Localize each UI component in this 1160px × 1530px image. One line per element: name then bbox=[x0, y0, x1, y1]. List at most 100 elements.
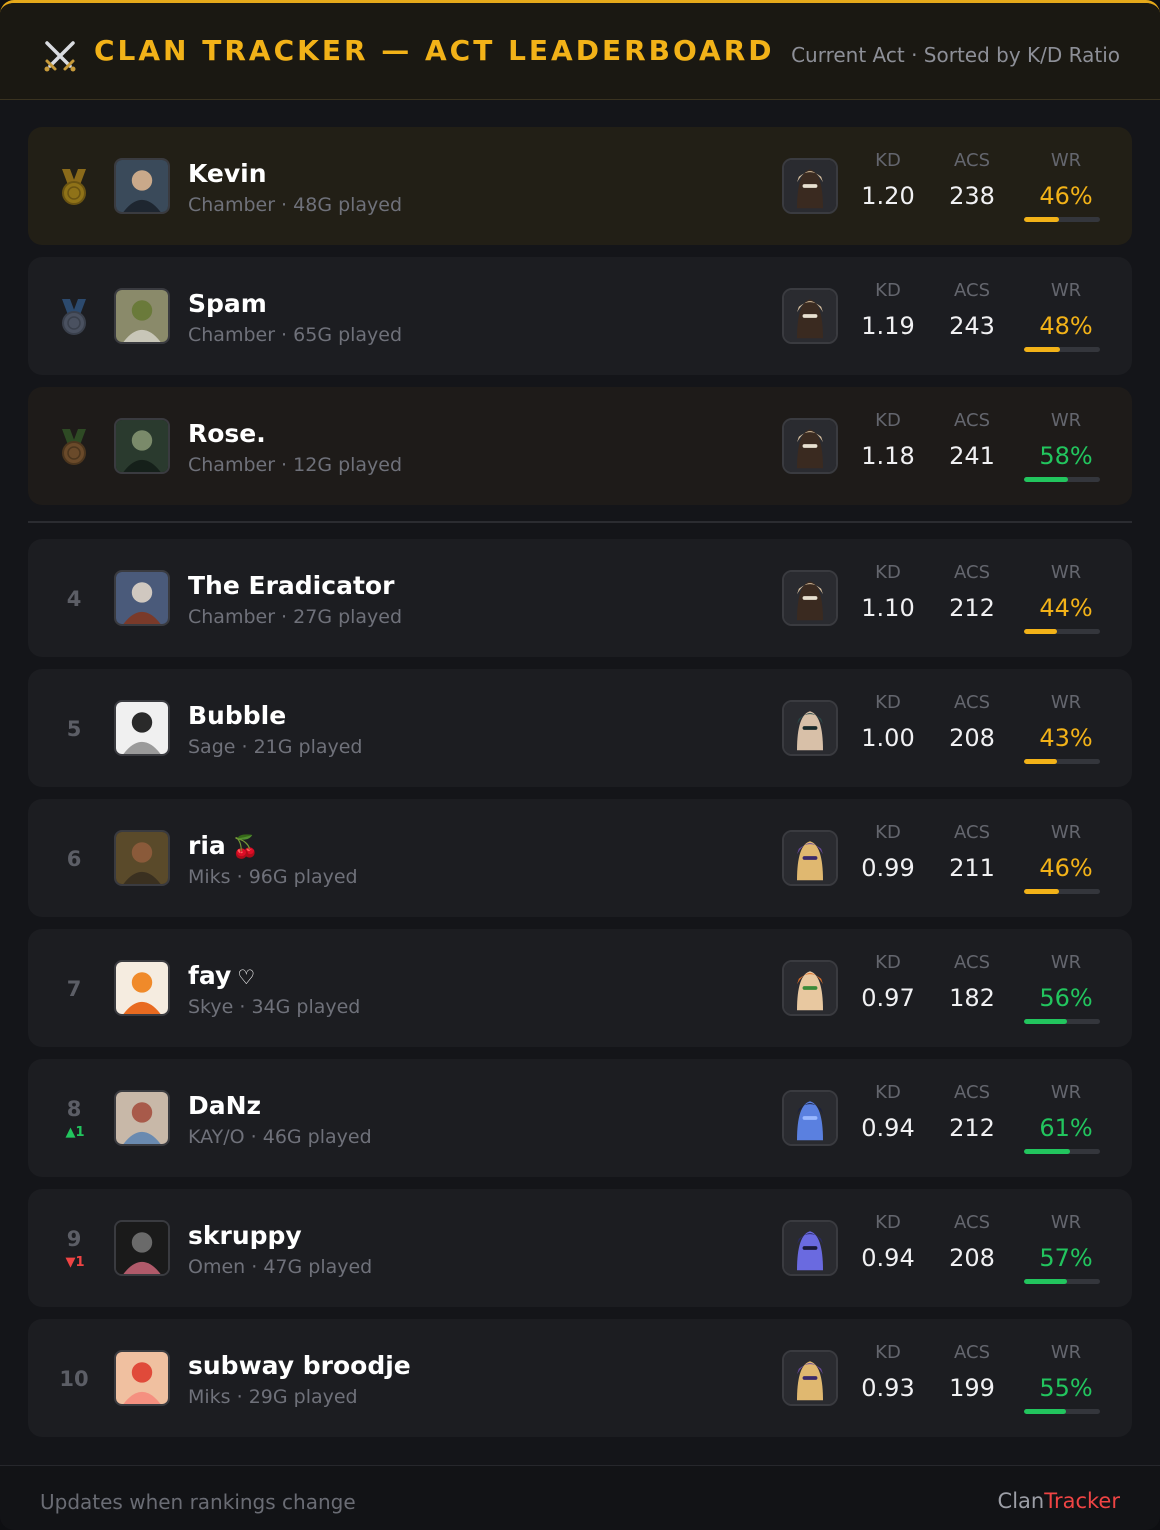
wr-label: WR bbox=[1050, 1342, 1082, 1363]
wr-value: 58% bbox=[1039, 442, 1093, 470]
player-name[interactable]: ria 🍒 bbox=[188, 831, 259, 860]
player-name-text: Bubble bbox=[188, 701, 287, 730]
win-rate-bar bbox=[1024, 217, 1100, 222]
player-meta: Omen · 47G played bbox=[188, 1256, 373, 1278]
win-rate-bar bbox=[1024, 1019, 1100, 1024]
wr-value: 44% bbox=[1039, 594, 1093, 622]
brand-part-2: Tracker bbox=[1044, 1489, 1120, 1513]
acs-label: ACS bbox=[954, 280, 990, 301]
wr-label: WR bbox=[1050, 692, 1082, 713]
wr-value: 46% bbox=[1039, 854, 1093, 882]
player-avatar[interactable] bbox=[114, 700, 170, 756]
acs-label: ACS bbox=[954, 562, 990, 583]
leaderboard-row[interactable]: 10 subway broodje Miks · 29G played KD 0.93 A… bbox=[28, 1319, 1132, 1437]
wr-value: 56% bbox=[1039, 984, 1093, 1012]
kd-value: 1.18 bbox=[861, 442, 915, 470]
acs-label: ACS bbox=[954, 150, 990, 171]
player-name[interactable]: The Eradicator bbox=[188, 571, 394, 600]
miks-agent-icon bbox=[782, 830, 838, 886]
kd-value: 0.97 bbox=[861, 984, 915, 1012]
brand-part-1: Clan bbox=[997, 1489, 1045, 1513]
update-note: Updates when rankings change bbox=[40, 1490, 356, 1514]
sort-subtitle: Current Act · Sorted by K/D Ratio bbox=[791, 43, 1120, 67]
player-meta: Miks · 29G played bbox=[188, 1386, 358, 1408]
player-name-text: Kevin bbox=[188, 159, 267, 188]
bronze-medal-icon bbox=[62, 429, 86, 465]
player-name[interactable]: skruppy bbox=[188, 1221, 302, 1250]
player-avatar[interactable] bbox=[114, 960, 170, 1016]
wr-label: WR bbox=[1050, 410, 1082, 431]
leaderboard-row[interactable]: Rose. Chamber · 12G played KD 1.18 ACS 241 WR 5… bbox=[28, 387, 1132, 505]
player-avatar[interactable] bbox=[114, 288, 170, 344]
crossed-swords-icon bbox=[44, 41, 76, 72]
win-rate-bar-fill bbox=[1024, 1149, 1071, 1154]
player-avatar[interactable] bbox=[114, 158, 170, 214]
kd-value: 1.00 bbox=[861, 724, 915, 752]
player-avatar[interactable] bbox=[114, 1090, 170, 1146]
brand-logo[interactable]: ClanTracker bbox=[998, 1489, 1120, 1513]
leaderboard-row[interactable]: 8 ▲1 DaNz KAY/O · 46G played KD 0.94 ACS 212 WR 6… bbox=[28, 1059, 1132, 1177]
player-name[interactable]: Rose. bbox=[188, 419, 266, 448]
win-rate-bar bbox=[1024, 347, 1100, 352]
win-rate-bar bbox=[1024, 1279, 1100, 1284]
kd-label: KD bbox=[875, 1212, 901, 1233]
skye-agent-icon bbox=[782, 960, 838, 1016]
player-meta: Sage · 21G played bbox=[188, 736, 363, 758]
kd-label: KD bbox=[875, 822, 901, 843]
player-avatar[interactable] bbox=[114, 570, 170, 626]
win-rate-bar-fill bbox=[1024, 1279, 1068, 1284]
kd-label: KD bbox=[875, 692, 901, 713]
leaderboard-row[interactable]: Spam Chamber · 65G played KD 1.19 ACS 243 WR 48… bbox=[28, 257, 1132, 375]
player-avatar[interactable] bbox=[114, 1350, 170, 1406]
leaderboard-row[interactable]: 4 The Eradicator Chamber · 27G played KD 1.1… bbox=[28, 539, 1132, 657]
player-name-text: DaNz bbox=[188, 1091, 262, 1120]
player-meta: Chamber · 48G played bbox=[188, 194, 403, 216]
kd-label: KD bbox=[875, 1082, 901, 1103]
acs-label: ACS bbox=[954, 952, 990, 973]
kd-value: 1.19 bbox=[861, 312, 915, 340]
player-name[interactable]: fay ♡ bbox=[188, 961, 255, 990]
win-rate-bar bbox=[1024, 1409, 1100, 1414]
player-name-text: fay bbox=[188, 961, 232, 990]
player-name[interactable]: subway broodje bbox=[188, 1351, 411, 1380]
rank-change-down: ▼1 bbox=[65, 1255, 85, 1270]
player-name[interactable]: Spam bbox=[188, 289, 267, 318]
player-avatar[interactable] bbox=[114, 1220, 170, 1276]
player-name[interactable]: DaNz bbox=[188, 1091, 261, 1120]
chamber-agent-icon bbox=[782, 570, 838, 626]
kd-value: 0.94 bbox=[861, 1244, 915, 1272]
player-meta: KAY/O · 46G played bbox=[188, 1126, 372, 1148]
acs-value: 243 bbox=[949, 312, 995, 340]
player-name[interactable]: Kevin bbox=[188, 159, 267, 188]
acs-value: 208 bbox=[949, 724, 995, 752]
name-emoji: ♡ bbox=[237, 965, 256, 989]
player-name-text: Spam bbox=[188, 289, 267, 318]
wr-value: 43% bbox=[1039, 724, 1093, 752]
chamber-agent-icon bbox=[782, 158, 838, 214]
kd-value: 0.99 bbox=[861, 854, 915, 882]
player-avatar[interactable] bbox=[114, 418, 170, 474]
win-rate-bar-fill bbox=[1024, 759, 1057, 764]
header: CLAN TRACKER — ACT LEADERBOARD Current A… bbox=[0, 3, 1160, 100]
leaderboard-card: CLAN TRACKER — ACT LEADERBOARD Current A… bbox=[0, 0, 1160, 1530]
leaderboard-row[interactable]: Kevin Chamber · 48G played KD 1.20 ACS 238 WR 4… bbox=[28, 127, 1132, 245]
wr-label: WR bbox=[1050, 150, 1082, 171]
win-rate-bar-fill bbox=[1024, 477, 1069, 482]
win-rate-bar-fill bbox=[1024, 217, 1059, 222]
player-name[interactable]: Bubble bbox=[188, 701, 286, 730]
leaderboard-row[interactable]: 7 fay ♡ Skye · 34G played KD 0.97 ACS 182 WR 56% bbox=[28, 929, 1132, 1047]
rank-number: 9 bbox=[66, 1227, 82, 1251]
sage-agent-icon bbox=[782, 700, 838, 756]
player-avatar[interactable] bbox=[114, 830, 170, 886]
win-rate-bar bbox=[1024, 889, 1100, 894]
wr-value: 55% bbox=[1039, 1374, 1093, 1402]
acs-label: ACS bbox=[954, 822, 990, 843]
wr-label: WR bbox=[1050, 1082, 1082, 1103]
leaderboard-row[interactable]: 5 Bubble Sage · 21G played KD 1.00 ACS 208 WR 43… bbox=[28, 669, 1132, 787]
player-name-text: subway broodje bbox=[188, 1351, 411, 1380]
player-name-text: ria bbox=[188, 831, 226, 860]
leaderboard-row[interactable]: 9 ▼1 skruppy Omen · 47G played KD 0.94 ACS 208 W… bbox=[28, 1189, 1132, 1307]
acs-label: ACS bbox=[954, 410, 990, 431]
leaderboard-row[interactable]: 6 ria 🍒 Miks · 96G played KD 0.99 ACS 211 WR 46% bbox=[28, 799, 1132, 917]
win-rate-bar bbox=[1024, 1149, 1100, 1154]
